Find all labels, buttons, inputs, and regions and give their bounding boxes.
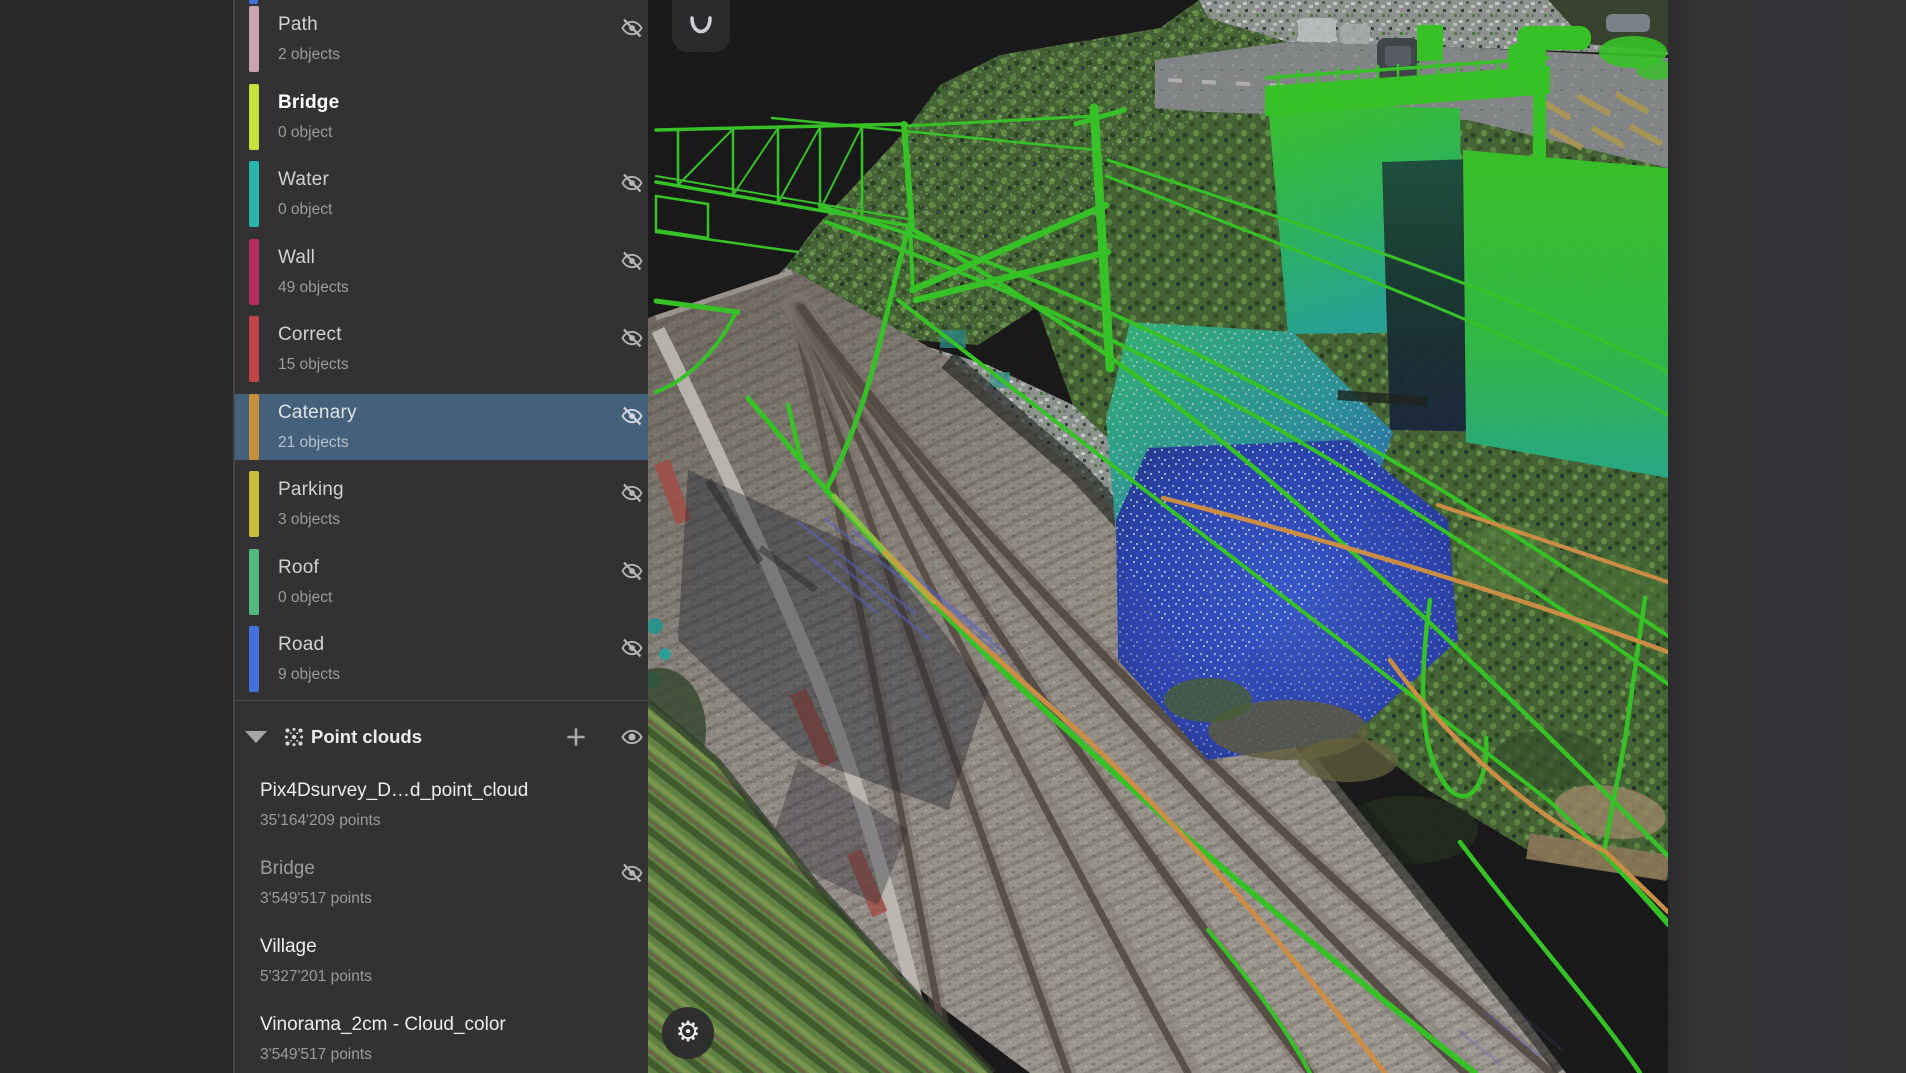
layer-name: Correct bbox=[278, 324, 342, 346]
layer-color-swatch bbox=[249, 316, 259, 382]
layer-color-swatch bbox=[249, 161, 259, 227]
layer-count: 0 object bbox=[278, 589, 332, 607]
visibility-off-icon[interactable] bbox=[619, 860, 645, 886]
layer-name: Road bbox=[278, 634, 324, 656]
visibility-off-icon[interactable] bbox=[619, 403, 645, 429]
layer-row-correct[interactable]: Correct 15 objects bbox=[235, 316, 648, 382]
layer-row-parking[interactable]: Parking 3 objects bbox=[235, 471, 648, 537]
layer-row-bridge[interactable]: Bridge 0 object bbox=[235, 84, 648, 150]
gear-icon: ⚙ bbox=[662, 1015, 714, 1048]
layer-name: Roof bbox=[278, 557, 319, 579]
point-cloud-count: 3'549'517 points bbox=[260, 1046, 372, 1064]
layer-name: Bridge bbox=[278, 92, 339, 114]
visibility-off-icon[interactable] bbox=[619, 325, 645, 351]
settings-button[interactable]: ⚙ bbox=[662, 1007, 714, 1059]
layer-count: 0 object bbox=[278, 124, 332, 142]
visibility-off-icon[interactable] bbox=[619, 170, 645, 196]
point-cloud-count: 35'164'209 points bbox=[260, 812, 381, 830]
layers-sidebar: Path 2 objects Bridge 0 object Water 0 o… bbox=[233, 0, 648, 1073]
add-point-cloud-button[interactable] bbox=[563, 724, 589, 750]
undo-icon bbox=[686, 10, 716, 40]
point-cloud-name: Vinorama_2cm - Cloud_color bbox=[260, 1014, 506, 1036]
visibility-off-icon[interactable] bbox=[619, 558, 645, 584]
point-cloud-row[interactable]: Vinorama_2cm - Cloud_color 3'549'517 poi… bbox=[235, 1002, 648, 1073]
layer-count: 9 objects bbox=[278, 666, 340, 684]
layer-count: 0 object bbox=[278, 201, 332, 219]
undo-button[interactable] bbox=[672, 0, 730, 52]
chevron-down-icon[interactable] bbox=[245, 731, 267, 743]
visibility-off-icon[interactable] bbox=[619, 15, 645, 41]
visibility-on-icon[interactable] bbox=[619, 724, 645, 750]
point-clouds-header[interactable]: Point clouds bbox=[235, 712, 648, 762]
layer-row-wall[interactable]: Wall 49 objects bbox=[235, 239, 648, 305]
application-window: Path 2 objects Bridge 0 object Water 0 o… bbox=[0, 0, 1906, 1073]
layer-count: 21 objects bbox=[278, 434, 349, 452]
layer-name: Wall bbox=[278, 247, 315, 269]
point-cloud-name: Pix4Dsurvey_D…d_point_cloud bbox=[260, 780, 528, 802]
point-cloud-row[interactable]: Village 5'327'201 points bbox=[235, 924, 648, 998]
section-divider bbox=[235, 700, 648, 701]
point-cloud-name: Bridge bbox=[260, 858, 315, 880]
layer-row-path[interactable]: Path 2 objects bbox=[235, 6, 648, 72]
visibility-off-icon[interactable] bbox=[619, 635, 645, 661]
point-clouds-title: Point clouds bbox=[311, 726, 422, 748]
right-panel bbox=[1668, 0, 1906, 1073]
layer-row-road[interactable]: Road 9 objects bbox=[235, 626, 648, 692]
layer-count: 15 objects bbox=[278, 356, 349, 374]
point-cloud-row[interactable]: Bridge 3'549'517 points bbox=[235, 846, 648, 920]
point-cloud-icon bbox=[281, 724, 307, 750]
point-cloud-name: Village bbox=[260, 936, 317, 958]
left-gutter bbox=[0, 0, 233, 1073]
layer-count: 49 objects bbox=[278, 279, 349, 297]
layer-row-catenary[interactable]: Catenary 21 objects bbox=[235, 394, 648, 460]
point-cloud-count: 5'327'201 points bbox=[260, 968, 372, 986]
layer-count: 2 objects bbox=[278, 46, 340, 64]
layer-color-swatch bbox=[249, 84, 259, 150]
layer-name: Path bbox=[278, 14, 318, 36]
layer-name: Water bbox=[278, 169, 329, 191]
visibility-off-icon[interactable] bbox=[619, 480, 645, 506]
visibility-off-icon[interactable] bbox=[619, 248, 645, 274]
point-cloud-row[interactable]: Pix4Dsurvey_D…d_point_cloud 35'164'209 p… bbox=[235, 768, 648, 842]
layer-name: Catenary bbox=[278, 402, 357, 424]
layer-color-swatch bbox=[249, 549, 259, 615]
layer-name: Parking bbox=[278, 479, 344, 501]
layer-color-swatch bbox=[249, 626, 259, 692]
layer-color-swatch bbox=[249, 6, 259, 72]
3d-viewport[interactable]: ⚙ bbox=[648, 0, 1668, 1073]
point-cloud-scene bbox=[648, 0, 1668, 1073]
partial-layer-color-bar bbox=[249, 0, 258, 4]
layer-count: 3 objects bbox=[278, 511, 340, 529]
point-cloud-count: 3'549'517 points bbox=[260, 890, 372, 908]
layer-row-water[interactable]: Water 0 object bbox=[235, 161, 648, 227]
layer-row-roof[interactable]: Roof 0 object bbox=[235, 549, 648, 615]
layer-color-swatch bbox=[249, 394, 259, 460]
layer-color-swatch bbox=[249, 239, 259, 305]
layer-color-swatch bbox=[249, 471, 259, 537]
